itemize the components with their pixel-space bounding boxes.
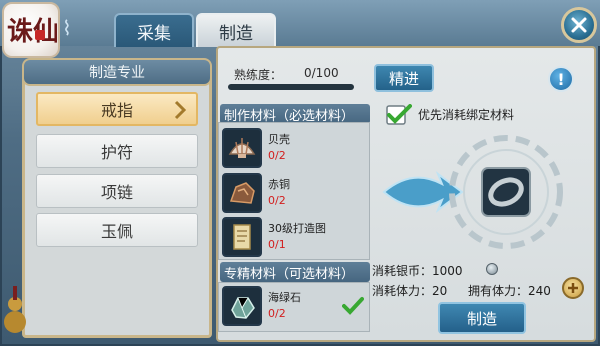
silver-coin-icon	[486, 263, 498, 275]
close-button[interactable]	[561, 7, 597, 43]
logo-emblem-icon: 诛仙	[7, 17, 57, 47]
material-name: 30级打造图	[268, 222, 326, 235]
profession-item-label: 玉佩	[100, 222, 133, 241]
optional-materials-header: 专精材料（可选材料）	[220, 262, 370, 282]
material-count: 0/2	[268, 149, 286, 162]
shell-icon	[222, 128, 262, 168]
profession-item-label: 戒指	[100, 101, 133, 120]
game-logo: 诛仙	[2, 2, 60, 58]
green-stone-icon	[222, 286, 262, 326]
close-icon	[571, 17, 587, 33]
profession-item-pendant[interactable]: 玉佩	[36, 213, 198, 247]
tab-collect[interactable]: 采集	[114, 13, 194, 47]
required-materials-header: 制作材料（必选材料）	[220, 104, 370, 124]
checkmark-icon[interactable]	[342, 296, 364, 316]
profession-item-necklace[interactable]: 项链	[36, 174, 198, 208]
material-name: 贝壳	[268, 133, 290, 146]
tab-decoration: ⌇	[62, 16, 72, 40]
material-row[interactable]: 30级打造图 0/1	[222, 217, 366, 257]
profession-header: 制造专业	[22, 58, 212, 86]
info-icon[interactable]: !	[548, 66, 574, 92]
optional-material-row[interactable]: 海绿石 0/2	[222, 286, 366, 326]
refine-button[interactable]: 精进	[374, 64, 434, 92]
priority-checkbox[interactable]	[386, 104, 412, 126]
priority-label: 优先消耗绑定材料	[418, 108, 515, 122]
material-count: 0/1	[268, 238, 286, 251]
proficiency-label: 熟练度：	[234, 68, 283, 82]
material-row[interactable]: 赤铜 0/2	[222, 173, 366, 213]
add-stamina-button[interactable]	[562, 277, 584, 299]
craft-preview	[382, 135, 563, 249]
stamina-cost: 消耗体力：20	[372, 284, 448, 298]
proficiency-value: 0/100	[304, 66, 339, 80]
material-count: 0/2	[268, 307, 286, 320]
proficiency-bar	[228, 84, 354, 90]
arrow-icon	[382, 171, 464, 213]
copper-ore-icon	[222, 173, 262, 213]
gourd-decoration-icon	[4, 286, 26, 333]
profession-item-ring[interactable]: 戒指	[36, 92, 198, 126]
material-count: 0/2	[268, 194, 286, 207]
chevron-right-icon	[174, 100, 187, 120]
material-name: 海绿石	[268, 291, 301, 304]
scroll-icon	[222, 217, 262, 257]
silver-cost: 消耗银币：1000	[372, 264, 463, 278]
profession-item-label: 项链	[100, 183, 133, 202]
ring-icon	[481, 167, 531, 217]
make-button[interactable]: 制造	[438, 302, 526, 334]
logo-text: 诛仙	[7, 17, 57, 47]
owned-stamina: 拥有体力：240	[468, 284, 551, 298]
plus-icon	[568, 283, 578, 293]
material-name: 赤铜	[268, 178, 290, 191]
material-row[interactable]: 贝壳 0/2	[222, 128, 366, 168]
profession-item-label: 护符	[100, 143, 133, 162]
profession-item-amulet[interactable]: 护符	[36, 134, 198, 168]
tab-make[interactable]: 制造	[196, 13, 276, 47]
